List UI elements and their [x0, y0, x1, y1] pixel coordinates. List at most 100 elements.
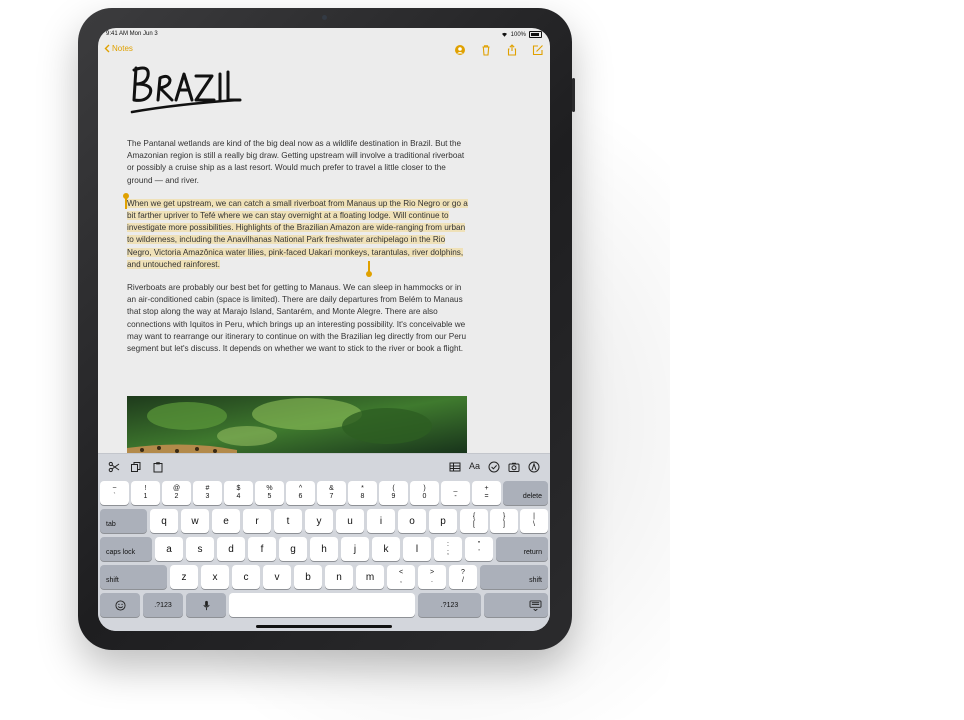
hide-keyboard-key[interactable]	[484, 593, 548, 617]
key-0[interactable]: ) 0	[410, 481, 439, 505]
ipad-screen: 9:41 AM Mon Jun 3 100% Notes The Pantana…	[98, 28, 550, 631]
key-greater-than[interactable]: >.	[418, 565, 446, 589]
key-o[interactable]: o	[398, 509, 426, 533]
format-shortcuts: Aa	[449, 460, 540, 473]
rainforest-photo	[127, 396, 467, 456]
numbers-left-key[interactable]: .?123	[143, 593, 183, 617]
key-r[interactable]: r	[243, 509, 271, 533]
key-less-than[interactable]: <,	[387, 565, 415, 589]
key-v[interactable]: v	[263, 565, 291, 589]
return-key[interactable]: return	[496, 537, 548, 561]
battery-icon	[529, 31, 542, 38]
handwritten-title	[130, 66, 242, 114]
caps-lock-key[interactable]: caps lock	[100, 537, 152, 561]
key-g[interactable]: g	[279, 537, 307, 561]
key-c[interactable]: c	[232, 565, 260, 589]
key-1[interactable]: ! 1	[131, 481, 160, 505]
copy-icon[interactable]	[130, 460, 142, 472]
key-k[interactable]: k	[372, 537, 400, 561]
status-time: 9:41 AM Mon Jun 3	[106, 31, 158, 37]
key-tilde[interactable]: ~ `	[100, 481, 129, 505]
key-b[interactable]: b	[294, 565, 322, 589]
key-e[interactable]: e	[212, 509, 240, 533]
key-m[interactable]: m	[356, 565, 384, 589]
key-2[interactable]: @2	[162, 481, 191, 505]
key-t[interactable]: t	[274, 509, 302, 533]
note-paragraph-3: Riverboats are probably our best bet for…	[127, 283, 467, 354]
status-right: 100%	[501, 31, 542, 38]
key-p[interactable]: p	[429, 509, 457, 533]
key-brace-left[interactable]: {[	[460, 509, 488, 533]
trash-icon[interactable]	[480, 43, 492, 56]
key-y[interactable]: y	[305, 509, 333, 533]
key-f[interactable]: f	[248, 537, 276, 561]
key-3[interactable]: #3	[193, 481, 222, 505]
key-x[interactable]: x	[201, 565, 229, 589]
selection-handle-end[interactable]	[366, 261, 372, 277]
shift-right-key[interactable]: shift	[480, 565, 548, 589]
edit-shortcuts	[108, 460, 164, 473]
key-5[interactable]: % 5	[255, 481, 284, 505]
key-s[interactable]: s	[186, 537, 214, 561]
key-l[interactable]: l	[403, 537, 431, 561]
checklist-icon[interactable]	[488, 460, 500, 473]
front-camera	[322, 15, 327, 20]
key-9[interactable]: (9	[379, 481, 408, 505]
key-colon[interactable]: :;	[434, 537, 462, 561]
side-button	[572, 78, 575, 112]
key-z[interactable]: z	[170, 565, 198, 589]
key-question[interactable]: ? /	[449, 565, 477, 589]
wifi-icon	[501, 32, 507, 37]
key-quote[interactable]: " '	[465, 537, 493, 561]
key-minus[interactable]: _ -	[441, 481, 470, 505]
mic-icon	[202, 600, 210, 610]
note-paragraph-2-selected: When we get upstream, we can catch a sma…	[127, 198, 469, 271]
person-add-icon[interactable]	[454, 43, 466, 55]
markup-icon[interactable]	[528, 460, 540, 473]
key-q[interactable]: q	[150, 509, 178, 533]
key-i[interactable]: i	[367, 509, 395, 533]
key-j[interactable]: j	[341, 537, 369, 561]
key-4[interactable]: $4	[224, 481, 253, 505]
key-equals[interactable]: + =	[472, 481, 501, 505]
scissors-icon[interactable]	[108, 460, 120, 473]
key-d[interactable]: d	[217, 537, 245, 561]
text-format-button[interactable]: Aa	[469, 461, 480, 471]
camera-icon[interactable]	[508, 460, 520, 472]
numbers-right-key[interactable]: .?123	[418, 593, 481, 617]
chevron-left-icon	[104, 44, 110, 53]
share-icon[interactable]	[506, 43, 518, 56]
key-n[interactable]: n	[325, 565, 353, 589]
space-bar[interactable]	[229, 593, 415, 617]
key-brace-right[interactable]: }]	[490, 509, 518, 533]
shift-left-key[interactable]: shift	[100, 565, 167, 589]
keyboard-hide-icon	[529, 599, 542, 611]
compose-icon[interactable]	[532, 43, 544, 56]
key-w[interactable]: w	[181, 509, 209, 533]
tab-key[interactable]: tab	[100, 509, 147, 533]
delete-key[interactable]: delete	[503, 481, 548, 505]
note-body[interactable]: The Pantanal wetlands are kind of the bi…	[127, 138, 469, 366]
emoji-icon	[114, 599, 126, 611]
home-indicator	[256, 625, 392, 628]
key-6[interactable]: ^ 6	[286, 481, 315, 505]
battery-percent: 100%	[510, 31, 526, 38]
note-paragraph-1: The Pantanal wetlands are kind of the bi…	[127, 139, 465, 185]
key-7[interactable]: & 7	[317, 481, 346, 505]
back-label: Notes	[112, 44, 133, 53]
status-bar: 9:41 AM Mon Jun 3 100%	[98, 28, 550, 41]
key-u[interactable]: u	[336, 509, 364, 533]
key-8[interactable]: * 8	[348, 481, 377, 505]
nav-actions	[454, 43, 544, 56]
key-a[interactable]: a	[155, 537, 183, 561]
paste-icon[interactable]	[152, 460, 164, 473]
table-icon[interactable]	[449, 460, 461, 472]
emoji-key[interactable]	[100, 593, 140, 617]
dictation-key[interactable]	[186, 593, 226, 617]
key-h[interactable]: h	[310, 537, 338, 561]
key-pipe[interactable]: | \	[520, 509, 548, 533]
back-button[interactable]: Notes	[104, 44, 133, 53]
selected-text: When we get upstream, we can catch a sma…	[127, 198, 468, 269]
keyboard-shortcut-bar: Aa	[98, 453, 550, 478]
selection-handle-start[interactable]	[123, 193, 129, 209]
